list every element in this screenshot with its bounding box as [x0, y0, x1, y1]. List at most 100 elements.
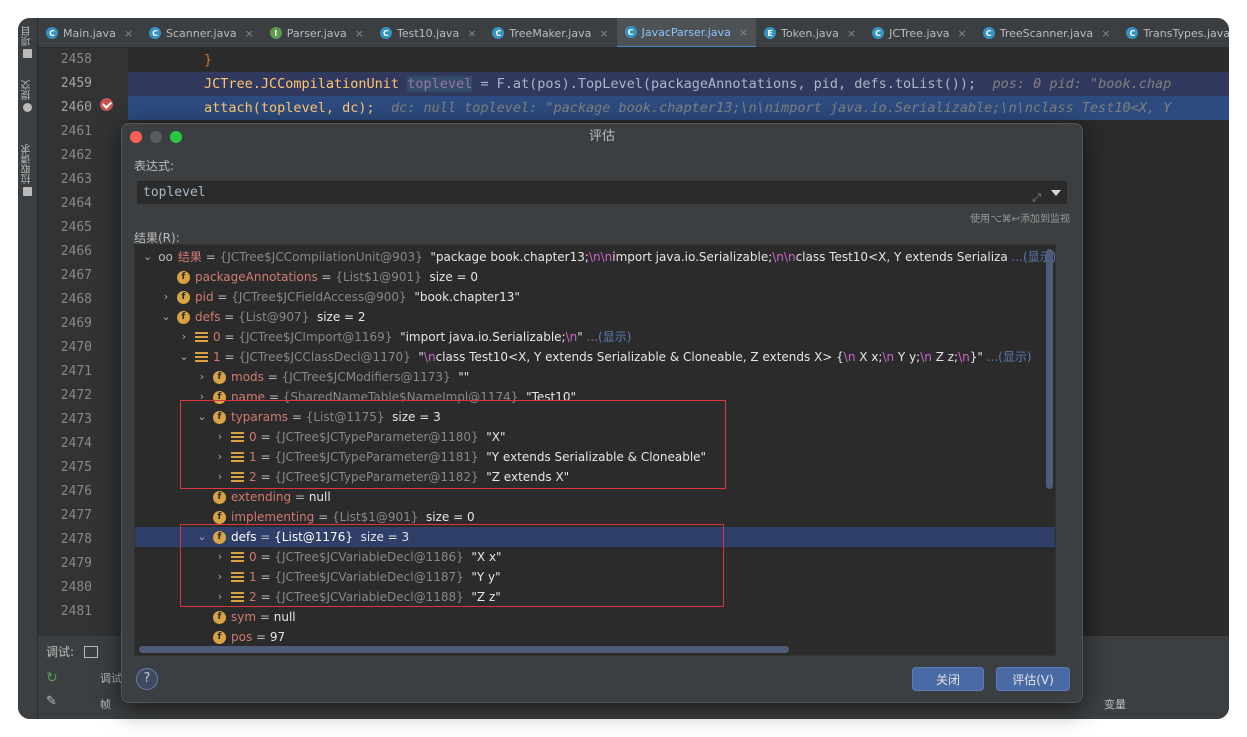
tab-javacparser-java[interactable]: C JavacParser.java × — [616, 18, 757, 47]
chevron-down-icon[interactable] — [1051, 190, 1061, 196]
minimize-window-icon[interactable] — [150, 131, 162, 143]
evaluate-button[interactable]: 评估(V) — [996, 667, 1070, 691]
tab-scanner-java[interactable]: C Scanner.java × — [141, 18, 262, 47]
sidebar-item-pull-requests[interactable]: 拉取请求 — [20, 144, 36, 196]
node-value: "book.chapter13" — [411, 287, 520, 307]
field-icon: f — [177, 290, 190, 304]
tree-row[interactable]: ⌄ f defs = {List@907} size = 2 — [135, 307, 1055, 327]
value-text: null — [308, 490, 331, 504]
value-text: " — [414, 350, 424, 364]
tree-row[interactable]: ⌄ oo 结果 = {JCTree$JCCompilationUnit@903} "… — [135, 247, 1055, 267]
close-tab-icon[interactable]: × — [245, 27, 254, 40]
node-name: pos — [231, 630, 253, 644]
close-tab-icon[interactable]: × — [958, 27, 967, 40]
tab-main-java[interactable]: C Main.java × — [38, 18, 141, 47]
vertical-scrollbar[interactable] — [1046, 249, 1053, 489]
console-icon[interactable] — [84, 645, 99, 658]
value-text: size = 2 — [313, 310, 366, 324]
tree-row[interactable]: f sym = null — [135, 607, 1055, 627]
tab-label: TreeScanner.java — [999, 26, 1094, 40]
chevron-down-icon[interactable]: ⌄ — [179, 347, 189, 367]
java-class-icon: E — [764, 27, 777, 39]
tab-jctree-java[interactable]: C JCTree.java × — [864, 18, 975, 47]
value-text: "package book.chapter13; — [426, 250, 589, 264]
close-tab-icon[interactable]: × — [739, 26, 748, 39]
close-tab-icon[interactable]: × — [847, 27, 856, 40]
tab-parser-java[interactable]: I Parser.java × — [262, 18, 372, 47]
add-to-watch-hint: 使用⌥⌘↩添加到监视 — [970, 214, 1070, 225]
tab-transtypes-java[interactable]: CTransTypes.java× — [1118, 18, 1229, 47]
node-type: {List$1@901} — [335, 270, 426, 284]
line-number: 2469 — [60, 316, 92, 331]
tab-token-java[interactable]: E Token.java × — [756, 18, 864, 47]
inline-debug-hint: dc: null toplevel: "package book.chapter… — [390, 100, 1172, 116]
window-controls — [130, 131, 182, 143]
sidebar-item-label: 提交 — [22, 80, 33, 100]
value-text: }" — [969, 350, 983, 364]
value-text: \n — [423, 350, 436, 364]
help-button[interactable]: ? — [136, 668, 158, 690]
watch-glasses-icon: oo — [158, 250, 173, 264]
zoom-window-icon[interactable] — [170, 131, 182, 143]
sidebar-item-project[interactable]: 项目 — [20, 26, 36, 58]
show-more-link[interactable]: ...(显示) — [583, 327, 632, 347]
chevron-down-icon[interactable]: ⌄ — [161, 307, 171, 327]
result-tree[interactable]: ⌄ oo 结果 = {JCTree$JCCompilationUnit@903} "… — [134, 244, 1056, 656]
settings-icon[interactable]: ✎ — [46, 694, 57, 709]
breakpoint-icon[interactable] — [100, 98, 113, 111]
tree-row[interactable]: f packageAnnotations = {List$1@901} size … — [135, 267, 1055, 287]
tree-row[interactable]: › 0 = {JCTree$JCImport@1169} "import java… — [135, 327, 1055, 347]
line-number: 2473 — [60, 412, 92, 427]
highlight-box-typarams — [180, 400, 726, 489]
rerun-icon[interactable]: ↻ — [46, 670, 58, 686]
node-value: "" — [454, 367, 469, 387]
close-button[interactable]: 关闭 — [912, 667, 984, 691]
close-tab-icon[interactable]: × — [467, 27, 476, 40]
equals-sign: = — [220, 350, 239, 364]
line-number: 2467 — [60, 268, 92, 283]
tab-treescanner-java[interactable]: C TreeScanner.java × — [975, 18, 1119, 47]
field-icon: f — [213, 630, 226, 644]
value-text: import java.io.Serializable; — [612, 250, 773, 264]
chevron-right-icon[interactable]: › — [179, 327, 189, 347]
chevron-right-icon[interactable]: › — [161, 287, 171, 307]
line-number: 2476 — [60, 484, 92, 499]
close-tab-icon[interactable]: × — [124, 27, 133, 40]
dialog-title: 评估 — [588, 129, 615, 144]
horizontal-scrollbar[interactable] — [139, 646, 789, 653]
value-text: X x; — [855, 350, 883, 364]
equals-sign: = — [317, 270, 336, 284]
tree-row[interactable]: f pos = 97 — [135, 627, 1055, 647]
line-number: 2463 — [60, 172, 92, 187]
code-line-2458: } — [128, 48, 1229, 72]
close-tab-icon[interactable]: × — [355, 27, 364, 40]
node-name: 0 — [213, 330, 221, 344]
close-tab-icon[interactable]: × — [1101, 27, 1110, 40]
value-text: \n — [772, 250, 784, 264]
code-text: = F.at(pos).TopLevel(packageAnnotations,… — [472, 76, 977, 92]
tab-test10-java[interactable]: C Test10.java × — [372, 18, 484, 47]
java-class-icon: C — [46, 27, 58, 39]
value-text: Y y; — [894, 350, 921, 364]
line-number: 2466 — [60, 244, 92, 259]
value-text: \n — [882, 350, 895, 364]
chevron-down-icon[interactable]: ⌄ — [143, 247, 152, 267]
java-class-icon: C — [379, 27, 392, 39]
sidebar-item-commit[interactable]: 提交 — [20, 80, 36, 112]
close-tab-icon[interactable]: × — [599, 27, 608, 40]
tab-treemaker-java[interactable]: C TreeMaker.java × — [484, 18, 616, 47]
chevron-right-icon[interactable]: › — [197, 367, 207, 387]
close-window-icon[interactable] — [130, 131, 142, 143]
tree-row[interactable]: ⌄ 1 = {JCTree$JCClassDecl@1170} "\nclass … — [135, 347, 1055, 367]
value-text: Z z; — [931, 350, 959, 364]
java-class-icon: C — [982, 27, 995, 39]
show-more-link[interactable]: ...(显示) — [983, 347, 1032, 367]
java-class-icon: C — [872, 27, 885, 39]
expression-input[interactable]: toplevel ⤢ — [136, 180, 1068, 205]
tree-row[interactable]: › f mods = {JCTree$JCModifiers@1173} "" — [135, 367, 1055, 387]
inline-debug-hint: pos: 0 pid: "book.chap — [992, 76, 1172, 92]
tree-row[interactable]: f extending = null — [135, 487, 1055, 507]
tree-row[interactable]: › f pid = {JCTree$JCFieldAccess@900} "book… — [135, 287, 1055, 307]
expression-text: toplevel — [143, 185, 206, 200]
expand-icon[interactable]: ⤢ — [1032, 186, 1041, 209]
